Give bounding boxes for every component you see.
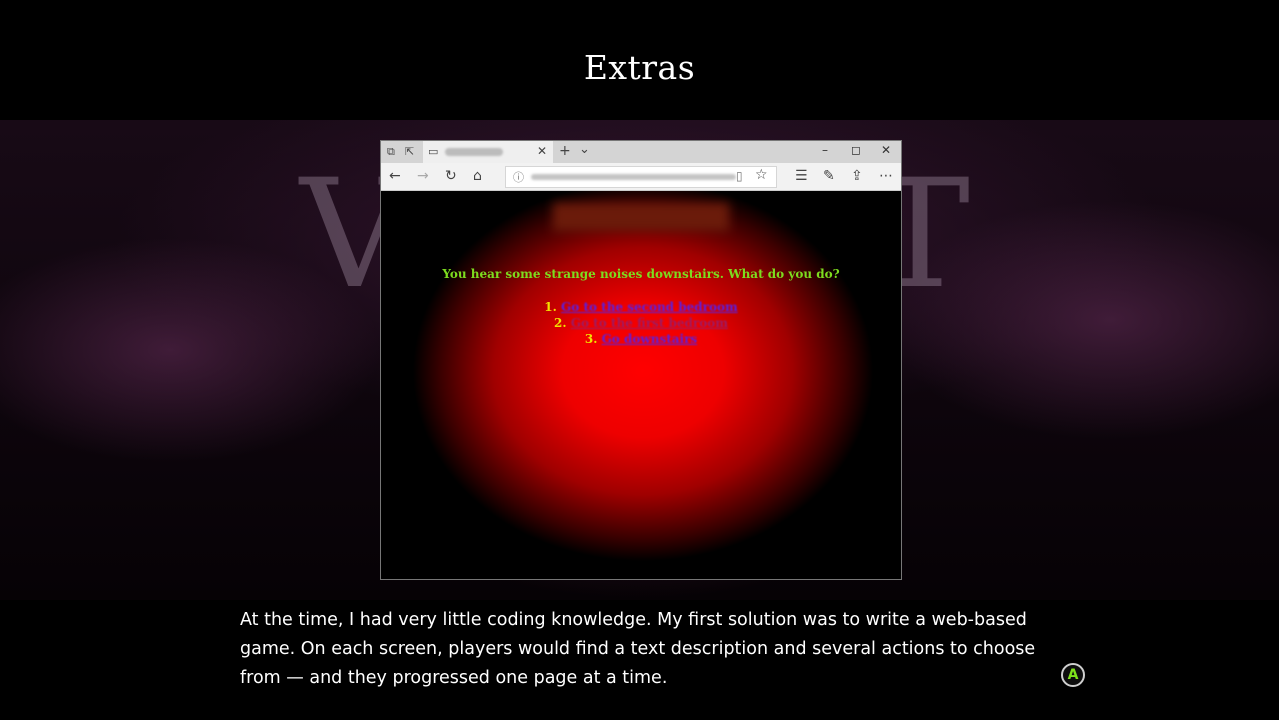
tab-list-chevron-icon: ⌄ [579,142,590,157]
notes-pen-icon: ✎ [823,168,835,184]
tab-close-icon: ✕ [537,144,548,158]
new-tab-icon: + [559,143,571,159]
minimize-icon: – [822,143,828,157]
game-page: You hear some strange noises downstairs.… [381,191,901,579]
choice-link: Go to the first bedroom [570,316,728,330]
browser-tab-bar: ⧉ ⇱ ▭ ✕ + ⌄ – ◻ ✕ [381,141,901,163]
choice-link: Go to the second bedroom [561,300,738,314]
refresh-icon: ↻ [445,168,457,184]
choice-list: 1. Go to the second bedroom 2. Go to the… [381,299,901,347]
choice-item: 1. Go to the second bedroom [381,299,901,315]
browser-tab: ▭ ✕ [423,141,553,163]
url-field: ⓘ ▯ ☆ [505,166,777,188]
tabs-aside-icon: ⧉ [387,145,395,158]
choice-item: 2. Go to the first bedroom [381,315,901,331]
set-tabs-aside-icon: ⇱ [405,145,415,158]
forward-icon: → [417,168,429,184]
favorites-hub-icon: ☰ [795,168,808,184]
page-title: Extras [583,48,696,87]
choice-item: 3. Go downstairs [381,331,901,347]
more-icon: ⋯ [879,168,893,184]
a-button-icon[interactable]: A [1061,663,1085,687]
window-close-icon: ✕ [881,143,892,157]
reading-view-icon: ▯ [736,169,743,183]
tab-title-blurred [445,148,503,156]
game-header-blurred [553,203,729,231]
tab-page-icon: ▭ [428,145,439,158]
back-icon: ← [389,168,401,184]
site-info-icon: ⓘ [513,171,524,184]
home-icon: ⌂ [473,168,482,184]
description-text: At the time, I had very little coding kn… [240,610,1036,688]
game-question: You hear some strange noises downstairs.… [442,267,840,281]
browser-screenshot: ⧉ ⇱ ▭ ✕ + ⌄ – ◻ ✕ ← → ↻ ⌂ ⓘ ▯ ☆ ☰ ✎ ⇪ ⋯ … [380,140,902,580]
maximize-icon: ◻ [851,143,861,157]
choice-link: Go downstairs [601,332,698,346]
browser-address-bar: ← → ↻ ⌂ ⓘ ▯ ☆ ☰ ✎ ⇪ ⋯ [381,163,901,191]
choice-number: 1. [544,300,557,314]
favorite-star-icon: ☆ [755,167,768,183]
url-text-blurred [531,174,736,180]
share-icon: ⇪ [851,168,863,184]
choice-number: 2. [554,316,567,330]
choice-number: 3. [584,332,598,346]
